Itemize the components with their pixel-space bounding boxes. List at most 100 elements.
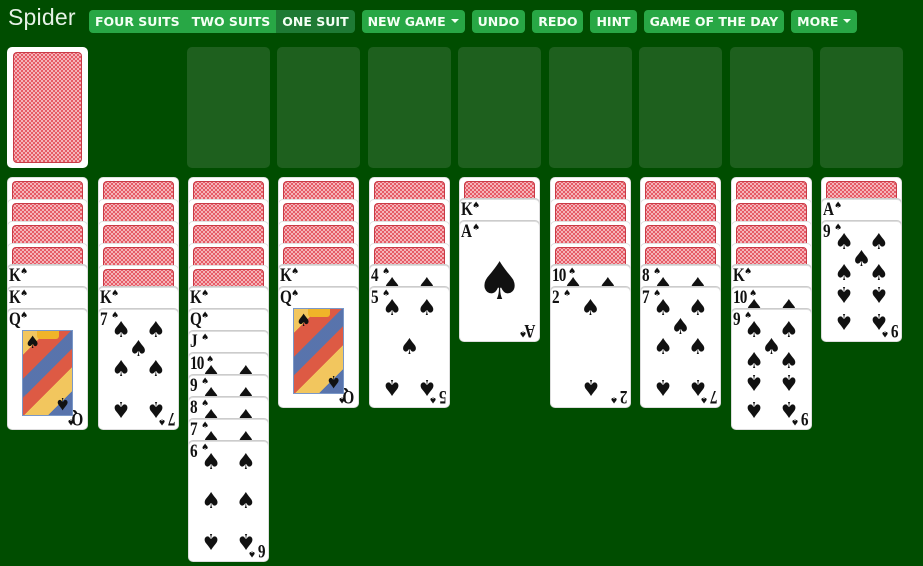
playing-card[interactable]: Q♠Q♠♠♠ — [7, 309, 88, 430]
spade-icon: ♠ — [472, 223, 481, 233]
new-game-button[interactable]: NEW GAME — [361, 10, 465, 33]
spade-icon: ♠ — [201, 289, 210, 299]
spade-icon: ♠ — [201, 311, 210, 321]
spade-icon: ♠ — [744, 267, 753, 277]
card-rank: 7 — [190, 419, 198, 440]
spade-icon: ♠ — [111, 395, 131, 421]
card-rank: Q — [9, 309, 21, 330]
hint-label: HINT — [596, 14, 631, 29]
spade-icon: ♠ — [25, 333, 41, 353]
playing-card[interactable]: A♠A♠♠ — [459, 221, 540, 342]
one-suit-button[interactable]: ONE SUIT — [276, 10, 355, 33]
playing-card[interactable]: Q♠Q♠♠♠ — [278, 287, 359, 408]
spade-icon: ♠ — [472, 201, 481, 211]
card-rank: K — [280, 265, 292, 286]
card-rank: 6 — [190, 441, 198, 462]
playing-card[interactable]: 9♠9♠♠♠♠♠♠♠♠♠♠ — [821, 221, 902, 342]
playing-card[interactable]: 5 ♠ 5 ♠ ♠ ♠ ♠ ♠ ♠ — [369, 287, 450, 408]
spade-icon: ♠ — [476, 251, 523, 312]
card-rank: 7 — [167, 408, 176, 429]
spade-icon: ♠ — [382, 373, 402, 399]
spade-icon: ♠ — [563, 289, 572, 299]
crown-icon — [37, 331, 59, 339]
playing-card[interactable]: 7♠7♠♠♠♠♠♠♠♠ — [98, 309, 179, 430]
redo-label: REDO — [538, 14, 578, 29]
caret-down-icon — [843, 18, 852, 23]
toolbar: FOUR SUITS TWO SUITS ONE SUIT NEW GAME U… — [89, 10, 858, 33]
spade-icon: ♠ — [609, 394, 618, 404]
redo-button[interactable]: REDO — [532, 10, 584, 33]
card-rank: 8 — [642, 265, 650, 286]
spade-icon: ♠ — [146, 318, 166, 344]
foundation-slot — [458, 47, 541, 168]
new-game-label: NEW GAME — [367, 14, 446, 29]
one-suit-label: ONE SUIT — [282, 14, 349, 29]
card-rank: K — [461, 199, 473, 220]
spade-icon: ♠ — [337, 394, 346, 404]
card-rank: 7 — [642, 287, 650, 308]
spade-icon: ♠ — [688, 296, 708, 322]
foundation-slot — [277, 47, 360, 168]
stock-pile[interactable] — [7, 47, 88, 168]
card-rank: J — [190, 331, 198, 352]
spade-icon: ♠ — [54, 393, 70, 413]
card-rank: K — [9, 287, 21, 308]
card-back-pattern — [13, 52, 82, 163]
card-rank: K — [9, 265, 21, 286]
game-of-the-day-button[interactable]: GAME OF THE DAY — [643, 10, 785, 33]
card-rank: 9 — [800, 408, 809, 429]
spade-icon: ♠ — [744, 395, 764, 421]
four-suits-button[interactable]: FOUR SUITS — [89, 10, 186, 33]
spade-icon: ♠ — [236, 450, 256, 476]
spade-icon: ♠ — [869, 230, 889, 256]
foundation-slot — [730, 47, 813, 168]
foundation-slot — [187, 47, 270, 168]
spade-icon: ♠ — [201, 488, 221, 514]
card-rank: 8 — [190, 397, 198, 418]
spade-icon: ♠ — [834, 281, 854, 307]
playing-card[interactable]: 6 ♠ 6 ♠ ♠ ♠ ♠ ♠ ♠ ♠ — [188, 441, 269, 562]
spade-icon: ♠ — [20, 267, 29, 277]
spade-icon: ♠ — [325, 371, 341, 391]
hint-button[interactable]: HINT — [590, 10, 637, 33]
card-rank: 7 — [709, 386, 718, 407]
spade-icon: ♠ — [580, 373, 601, 399]
card-rank: 9 — [733, 309, 741, 330]
spade-icon: ♠ — [201, 450, 221, 476]
two-suits-button[interactable]: TWO SUITS — [185, 10, 277, 33]
spade-icon: ♠ — [869, 281, 889, 307]
card-rank: 5 — [438, 386, 447, 407]
spade-icon: ♠ — [653, 334, 673, 360]
suit-mode-group: FOUR SUITS TWO SUITS ONE SUIT — [89, 10, 355, 33]
card-rank: Q — [280, 287, 292, 308]
card-rank: 9 — [890, 320, 899, 341]
more-button[interactable]: MORE — [791, 10, 858, 33]
spade-icon: ♠ — [236, 527, 256, 553]
card-rank: Q — [190, 309, 202, 330]
spade-icon: ♠ — [111, 289, 120, 299]
undo-button[interactable]: UNDO — [471, 10, 526, 33]
undo-label: UNDO — [477, 14, 520, 29]
playing-card[interactable]: 7♠7♠♠♠♠♠♠♠♠ — [640, 287, 721, 408]
spade-icon: ♠ — [688, 373, 708, 399]
foundation-slot — [368, 47, 451, 168]
spade-icon: ♠ — [236, 488, 256, 514]
two-suits-label: TWO SUITS — [191, 14, 271, 29]
spade-icon: ♠ — [296, 311, 312, 331]
spade-icon: ♠ — [146, 356, 166, 382]
more-label: MORE — [797, 14, 839, 29]
foundation-slot — [639, 47, 722, 168]
card-rank: 2 — [619, 386, 628, 407]
card-rank: 9 — [190, 375, 198, 396]
card-rank: A — [461, 221, 472, 242]
court-card-art: ♠♠ — [293, 308, 344, 394]
card-rank: 2 — [552, 287, 560, 308]
spade-icon: ♠ — [201, 333, 210, 343]
spade-icon: ♠ — [580, 296, 601, 322]
playing-card[interactable]: 9♠9♠♠♠♠♠♠♠♠♠♠ — [731, 309, 812, 430]
spade-icon: ♠ — [417, 296, 437, 322]
spade-icon: ♠ — [688, 334, 708, 360]
spade-icon: ♠ — [417, 373, 437, 399]
playing-card[interactable]: 2 ♠ 2 ♠ ♠ ♠ — [550, 287, 631, 408]
spade-icon: ♠ — [744, 369, 764, 395]
